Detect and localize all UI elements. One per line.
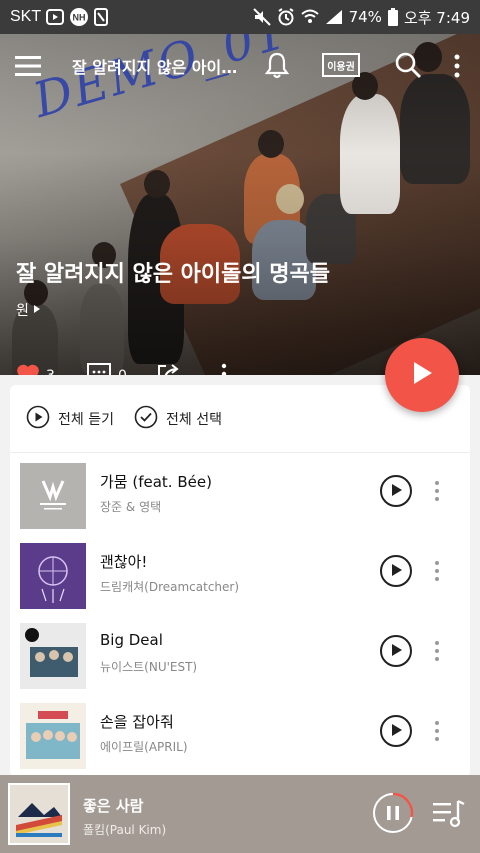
play-icon <box>389 642 403 661</box>
mini-player[interactable]: 좋은 사람 폴킴(Paul Kim) <box>0 775 480 853</box>
mute-icon <box>252 8 271 26</box>
comment-button[interactable]: 0 <box>86 362 127 375</box>
select-all-label: 전체 선택 <box>165 411 222 428</box>
track-more-button[interactable] <box>432 719 442 743</box>
clock: 오후 7:49 <box>403 8 470 27</box>
notification-icon <box>94 8 109 26</box>
menu-icon <box>14 56 42 83</box>
now-playing-cover <box>8 783 70 845</box>
track-more-button[interactable] <box>432 559 442 583</box>
track-artist: 뉴이스트(NU'EST) <box>100 660 198 674</box>
play-all-label: 전체 듣기 <box>58 411 114 428</box>
share-icon <box>156 362 180 375</box>
select-all-button[interactable]: 전체 선택 <box>134 405 222 433</box>
track-more-button[interactable] <box>432 639 442 663</box>
alarm-icon <box>277 8 295 26</box>
play-circle-icon <box>26 405 50 433</box>
play-icon <box>410 360 434 390</box>
playlist-icon <box>432 800 466 833</box>
like-button[interactable]: 3 <box>16 363 55 375</box>
playlist-title: 잘 알려지지 않은 아이돌의 명곡들 <box>16 262 330 287</box>
svg-text:NH: NH <box>73 13 86 23</box>
album-cover <box>20 623 86 689</box>
chevron-right-icon <box>33 302 41 318</box>
album-cover <box>20 703 86 769</box>
youtube-icon <box>46 9 65 25</box>
track-row[interactable]: 손을 잡아줘 에이프릴(APRIL) <box>10 693 470 773</box>
track-title: 괜찮아! <box>100 553 148 571</box>
track-play-button[interactable] <box>380 475 412 507</box>
track-play-button[interactable] <box>380 715 412 747</box>
bell-icon <box>262 52 292 84</box>
pause-icon <box>372 792 414 838</box>
more-vertical-icon <box>432 481 442 507</box>
notifications-button[interactable] <box>262 50 292 80</box>
subscription-pass-button[interactable]: 이용권 <box>322 53 360 77</box>
track-artist: 드림캐쳐(Dreamcatcher) <box>100 580 240 594</box>
playlist-author-link[interactable]: 원 <box>16 300 41 320</box>
battery-icon <box>387 8 398 26</box>
search-button[interactable] <box>394 51 422 79</box>
play-all-button[interactable]: 전체 듣기 <box>26 405 114 433</box>
nh-app-icon: NH <box>69 7 89 27</box>
track-row[interactable]: Big Deal 뉴이스트(NU'EST) <box>10 613 470 693</box>
play-icon <box>389 722 403 741</box>
menu-button[interactable] <box>14 53 42 79</box>
more-vertical-icon <box>450 54 464 84</box>
carrier-label: SKT <box>10 8 42 25</box>
like-count: 3 <box>46 368 55 375</box>
play-icon <box>389 482 403 501</box>
status-bar: SKT NH 74% 오후 7:49 <box>0 0 480 34</box>
heart-icon <box>16 363 40 375</box>
page-title: 잘 알려지지 않은 아이… <box>72 58 238 77</box>
track-row[interactable]: 괜찮아! 드림캐쳐(Dreamcatcher) <box>10 533 470 613</box>
check-circle-icon <box>134 405 158 433</box>
signal-icon <box>325 9 343 25</box>
album-cover <box>20 543 86 609</box>
track-list-card: 전체 듣기 전체 선택 가뭄 (feat. Bée) 장준 & 영택 괜찮아! … <box>10 385 470 777</box>
wifi-icon <box>300 9 319 25</box>
track-title: 가뭄 (feat. Bée) <box>100 473 212 491</box>
playlist-author: 원 <box>16 303 29 319</box>
play-playlist-fab[interactable] <box>385 338 459 412</box>
track-row[interactable]: 가뭄 (feat. Bée) 장준 & 영택 <box>10 453 470 533</box>
battery-percent: 74% <box>348 8 382 26</box>
track-artist: 에이프릴(APRIL) <box>100 740 188 754</box>
more-vertical-icon <box>432 561 442 587</box>
track-artist: 장준 & 영택 <box>100 500 162 514</box>
comment-count: 0 <box>118 368 127 375</box>
overflow-menu-button[interactable] <box>450 52 464 80</box>
more-vertical-icon <box>432 641 442 667</box>
top-app-bar: 잘 알려지지 않은 아이… 이용권 <box>0 34 480 98</box>
more-vertical-icon <box>220 362 228 375</box>
now-playing-artist: 폴킴(Paul Kim) <box>83 823 167 837</box>
search-icon <box>394 52 422 83</box>
play-icon <box>389 562 403 581</box>
playlist-more-button[interactable] <box>220 362 228 375</box>
track-play-button[interactable] <box>380 555 412 587</box>
track-title: 손을 잡아줘 <box>100 713 174 731</box>
pause-button[interactable] <box>372 792 414 834</box>
album-cover <box>20 463 86 529</box>
comment-icon <box>86 362 112 375</box>
now-playing-title: 좋은 사람 <box>83 797 144 815</box>
track-play-button[interactable] <box>380 635 412 667</box>
track-more-button[interactable] <box>432 479 442 503</box>
playlist-queue-button[interactable] <box>432 799 466 829</box>
track-title: Big Deal <box>100 631 163 649</box>
share-button[interactable] <box>156 362 180 375</box>
more-vertical-icon <box>432 721 442 747</box>
